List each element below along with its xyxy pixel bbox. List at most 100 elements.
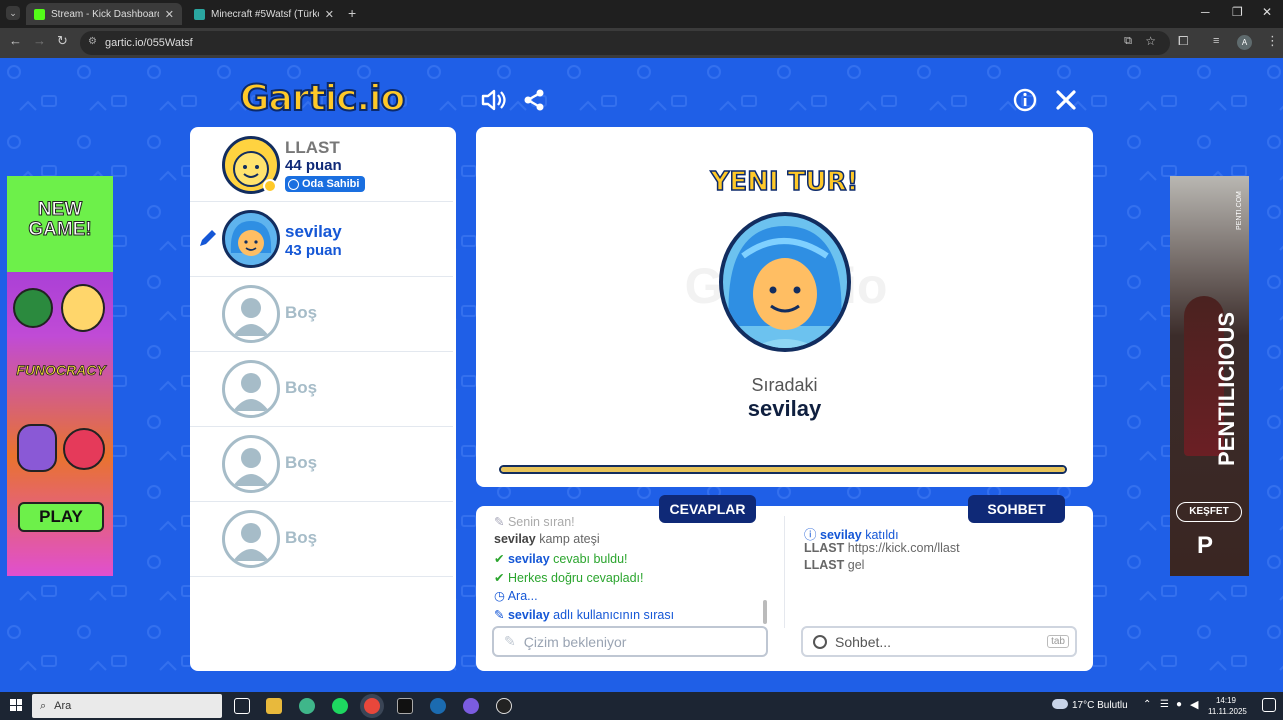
- copilot-icon[interactable]: [299, 698, 315, 714]
- close-tab-icon[interactable]: ✕: [325, 8, 334, 21]
- avatar: [222, 210, 280, 268]
- share-icon[interactable]: [522, 88, 546, 112]
- empty-slot: Boş: [190, 427, 453, 502]
- forward-icon[interactable]: →: [33, 33, 46, 48]
- media-control-icon[interactable]: ≡: [1213, 35, 1219, 47]
- empty-label: Boş: [285, 453, 318, 472]
- empty-avatar: [222, 285, 280, 343]
- right-ad-banner[interactable]: PENTI.COM PENTILICIOUS KEŞFET P: [1170, 176, 1249, 576]
- taskbar: ⌕ Ara 17°C Bulutlu ⌃ ☰ ● ◀ 14:19 11.11.2…: [0, 692, 1283, 720]
- player-row[interactable]: LLAST 44 puan Oda Sahibi: [190, 127, 453, 202]
- new-tab-icon[interactable]: +: [348, 5, 356, 21]
- chrome-icon[interactable]: [364, 698, 380, 714]
- user-silhouette-icon: [233, 523, 269, 561]
- gartic-page: Gartic.io LLAST 44 puan Oda Sahibi sevil…: [0, 58, 1283, 692]
- user-silhouette-icon: [233, 448, 269, 486]
- angry-face-character: [63, 428, 105, 470]
- players-panel: LLAST 44 puan Oda Sahibi sevilay 43 puan…: [190, 127, 456, 671]
- maximize-icon[interactable]: ❐: [1232, 5, 1243, 19]
- close-tab-icon[interactable]: ✕: [165, 8, 174, 21]
- sound-icon[interactable]: [480, 88, 506, 112]
- check-icon: ✔: [494, 552, 505, 566]
- bookmark-star-icon[interactable]: ☆: [1145, 34, 1156, 48]
- weather-widget[interactable]: 17°C Bulutlu: [1072, 700, 1128, 711]
- epic-games-icon[interactable]: [397, 698, 413, 714]
- log-line: LLAST https://kick.com/llast: [804, 541, 960, 555]
- profile-avatar[interactable]: A: [1237, 35, 1252, 50]
- install-app-icon[interactable]: ⧉: [1124, 35, 1132, 48]
- chat-input[interactable]: Sohbet... tab: [801, 626, 1077, 657]
- chat-answers-panel: CEVAPLAR SOHBET ✎ Senin sıran! sevilay k…: [476, 495, 1093, 671]
- clock-icon: ◷: [494, 589, 505, 603]
- discord-icon[interactable]: [463, 698, 479, 714]
- log-line: ✎ sevilay adlı kullanıcının sırası: [494, 608, 675, 622]
- room-owner-badge: Oda Sahibi: [285, 176, 366, 192]
- reload-icon[interactable]: ↻: [57, 33, 68, 49]
- info-icon: ⓘ: [804, 528, 817, 542]
- clock[interactable]: 14:19 11.11.2025: [1208, 695, 1247, 717]
- volume-icon[interactable]: ◀: [1190, 698, 1198, 711]
- answer-input[interactable]: ✎ Çizim bekleniyor: [492, 626, 768, 657]
- site-info-icon[interactable]: ⚙: [88, 36, 97, 47]
- info-icon[interactable]: [1013, 88, 1037, 112]
- taskbar-search[interactable]: ⌕ Ara: [32, 694, 222, 718]
- date: 11.11.2025: [1208, 707, 1247, 716]
- ad-play-button[interactable]: PLAY: [18, 502, 104, 532]
- log-line: ✎ Senin sıran!: [494, 516, 575, 529]
- user-silhouette-icon: [233, 373, 269, 411]
- close-window-icon[interactable]: ✕: [1262, 5, 1272, 19]
- purple-character: [17, 424, 57, 472]
- spotify-icon[interactable]: [332, 698, 348, 714]
- steam-icon[interactable]: [430, 698, 446, 714]
- extensions-icon[interactable]: ⧠: [1178, 33, 1188, 49]
- blonde-character: [61, 284, 105, 332]
- obs-icon[interactable]: [496, 698, 512, 714]
- answers-scrollbar[interactable]: [763, 600, 767, 624]
- timer-bar: [499, 465, 1067, 474]
- empty-avatar: [222, 435, 280, 493]
- gartic-logo[interactable]: Gartic.io: [239, 77, 406, 120]
- tray-chevron-icon[interactable]: ⌃: [1143, 699, 1151, 710]
- user-silhouette-icon: [233, 298, 269, 336]
- gartic-favicon-icon: [194, 8, 205, 20]
- tab-gartic[interactable]: Minecraft #5Watsf (Türkçe) - G ✕: [186, 3, 342, 25]
- file-explorer-icon[interactable]: [266, 698, 282, 714]
- empty-slot: Boş: [190, 277, 453, 352]
- drawing-canvas[interactable]: Gartic.io YENI TUR! Sıradaki sevilay: [476, 127, 1093, 487]
- ad-discover-button[interactable]: KEŞFET: [1176, 502, 1242, 522]
- notifications-icon[interactable]: [1262, 698, 1276, 712]
- minimize-icon[interactable]: ─: [1201, 5, 1210, 19]
- address-bar[interactable]: ⚙ gartic.io/055Watsf ⧉ ☆: [80, 31, 1170, 55]
- microphone-icon[interactable]: ●: [1176, 699, 1182, 710]
- tab-title: Minecraft #5Watsf (Türkçe) - G: [211, 8, 319, 20]
- network-icon[interactable]: ☰: [1160, 699, 1169, 710]
- penti-logo-icon: P: [1197, 532, 1214, 559]
- url-text: gartic.io/055Watsf: [105, 37, 193, 49]
- empty-avatar: [222, 360, 280, 418]
- kick-favicon-icon: [34, 8, 45, 20]
- player-row[interactable]: sevilay 43 puan: [190, 202, 453, 277]
- round-title: YENI TUR!: [710, 166, 859, 198]
- back-icon[interactable]: ←: [9, 33, 22, 48]
- close-game-icon[interactable]: [1055, 89, 1077, 111]
- browser-toolbar: ← → ↻ ⚙ gartic.io/055Watsf ⧉ ☆ ⧠ ≡ A ⋮: [0, 28, 1283, 58]
- status-dot: [263, 179, 277, 193]
- tab-list-button[interactable]: ⌄: [6, 6, 20, 20]
- time: 14:19: [1215, 696, 1237, 705]
- empty-label: Boş: [285, 303, 318, 322]
- badge-label: Oda Sahibi: [302, 178, 360, 190]
- search-icon: ⌕: [40, 699, 47, 712]
- tab-key-hint: tab: [1047, 635, 1069, 648]
- tab-kick-dashboard[interactable]: Stream - Kick Dashboard ✕: [26, 3, 182, 25]
- windows-start-icon[interactable]: [10, 699, 22, 711]
- log-line: ◷ Ara...: [494, 589, 538, 603]
- tab-chat[interactable]: SOHBET: [968, 495, 1065, 523]
- log-line: sevilay kamp ateşi: [494, 532, 600, 546]
- player-points: 44 puan: [285, 157, 342, 174]
- empty-label: Boş: [285, 528, 318, 547]
- browser-tab-strip: ⌄ Stream - Kick Dashboard ✕ Minecraft #5…: [0, 0, 1283, 28]
- task-view-icon[interactable]: [234, 698, 250, 714]
- left-ad-banner[interactable]: NEW GAME! FUNOCRACY PLAY: [7, 176, 113, 576]
- browser-menu-icon[interactable]: ⋮: [1266, 33, 1279, 49]
- pencil-icon: ✎: [504, 633, 516, 649]
